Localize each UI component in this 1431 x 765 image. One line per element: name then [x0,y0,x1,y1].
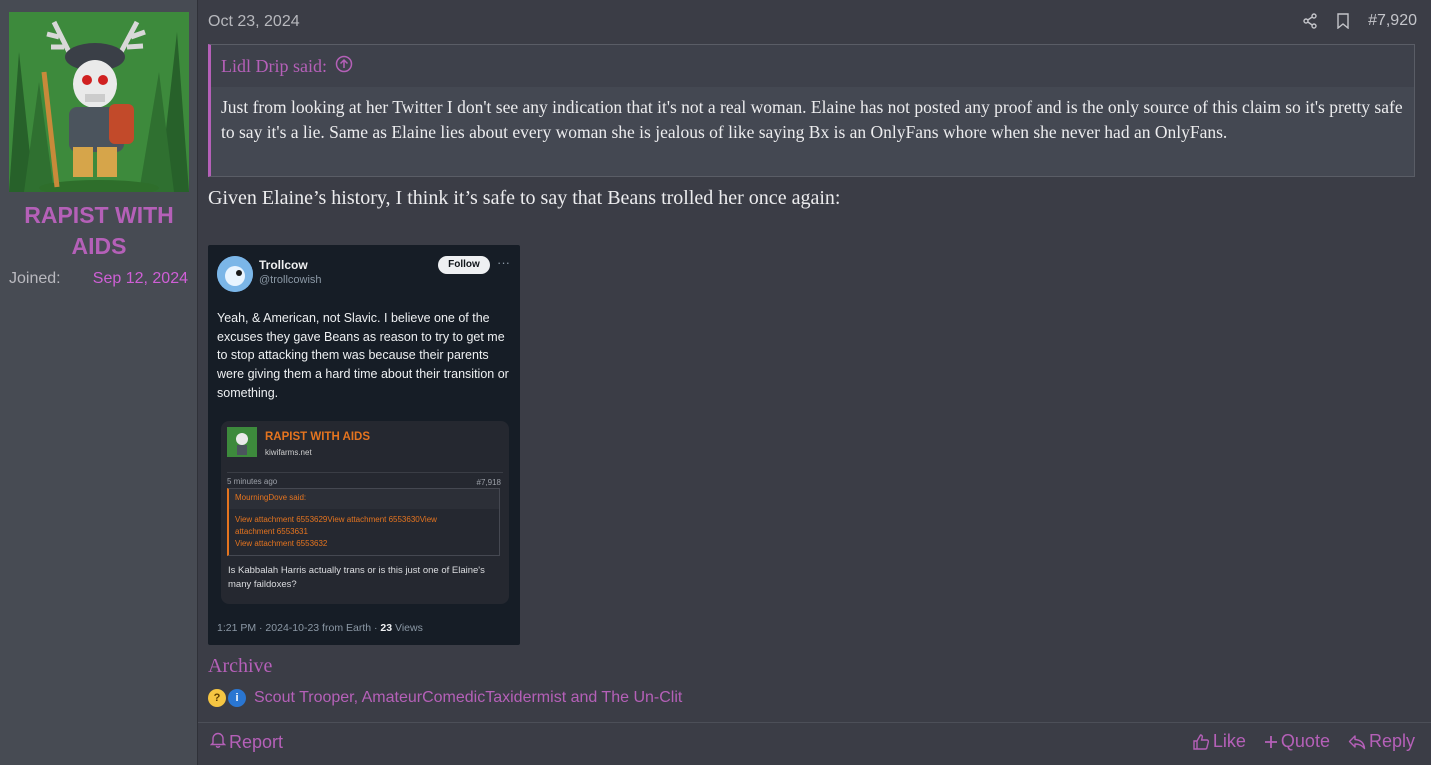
tweet-author-handle: @trollcowish [259,274,322,286]
joined-date: Sep 12, 2024 [92,270,188,287]
quote-text: Just from looking at her Twitter I don't… [221,97,1403,142]
plus-icon [1264,735,1278,749]
reply-arrow-icon [1348,734,1366,750]
bookmark-icon[interactable] [1336,13,1350,29]
skeleton-hiker-avatar-image [9,12,189,192]
card-quote-line: View attachment 6553632 [235,539,328,548]
forum-post: RAPIST WITH AIDS Joined: Sep 12, 2024 Oc… [0,0,1431,765]
info-icon[interactable]: i [228,689,246,707]
reaction-names[interactable]: Scout Trooper, AmateurComedicTaxidermist… [254,689,682,707]
post-number[interactable]: #7,920 [1368,12,1417,30]
card-quote: MourningDove said: View attachment 65536… [227,488,500,556]
card-quote-author: MourningDove said: [229,489,499,509]
reactions-bar[interactable]: ? i Scout Trooper, AmateurComedicTaxider… [208,689,682,707]
card-site: kiwifarms.net [265,448,312,457]
card-meta: 5 minutes ago #7,918 [227,472,503,487]
thinking-face-icon[interactable]: ? [208,689,226,707]
avatar[interactable] [9,12,189,192]
like-button[interactable]: Like [1192,731,1246,752]
share-icon[interactable] [1302,13,1318,29]
post-top-actions: #7,920 [1302,12,1417,30]
quote-block: Lidl Drip said: Just from looking at her… [208,44,1415,177]
tweet-footer-meta: 1:21 PM · 2024-10-23 from Earth · [217,622,381,634]
like-label: Like [1212,731,1246,751]
bell-icon [209,731,227,753]
post-date[interactable]: Oct 23, 2024 [208,13,300,31]
report-label: Report [229,731,284,752]
tweet-avatar [217,256,253,292]
quote-label: Quote [1280,731,1330,751]
thumbs-up-icon [1192,733,1210,751]
post-main: Oct 23, 2024 #7,920 Lidl Drip said: Just… [198,0,1431,765]
tweet-views-label: Views [392,622,423,634]
reply-button[interactable]: Reply [1348,731,1415,752]
quote-button[interactable]: Quote [1264,731,1330,752]
card-avatar [227,427,257,457]
report-button[interactable]: Report [209,731,284,753]
tweet-author-name: Trollcow [259,258,308,272]
card-text: Is Kabbalah Harris actually trans or is … [228,565,485,590]
reply-label: Reply [1368,731,1415,751]
tweet-screenshot[interactable]: Trollcow @trollcowish Follow ··· Yeah, &… [208,245,520,645]
archive-link[interactable]: Archive [208,655,272,678]
card-time: 5 minutes ago [227,477,278,486]
card-username: RAPIST WITH AIDS [265,431,370,443]
quote-author[interactable]: Lidl Drip said: [221,56,327,77]
card-quote-line: View attachment 6553629View attachment 6… [235,515,437,524]
card-quote-body: View attachment 6553629View attachment 6… [229,509,499,550]
post-actions: Like Quote Reply [1192,731,1415,752]
more-icon: ··· [497,255,510,270]
tweet-embedded-card: RAPIST WITH AIDS kiwifarms.net 5 minutes… [221,421,509,604]
joined-label: Joined: [9,270,61,287]
quote-header[interactable]: Lidl Drip said: [211,45,1414,87]
footer-divider [198,722,1431,723]
post-message: Given Elaine’s history, I think it’s saf… [208,187,841,209]
card-quote-line: attachment 6553631 [235,527,308,536]
tweet-footer: 1:21 PM · 2024-10-23 from Earth · 23 Vie… [217,622,423,634]
tweet-follow-button: Follow [438,256,490,274]
tweet-views-count: 23 [380,622,393,634]
username[interactable]: RAPIST WITH AIDS [0,200,198,262]
user-sidebar: RAPIST WITH AIDS Joined: Sep 12, 2024 [0,0,198,765]
tweet-text: Yeah, & American, not Slavic. I believe … [217,311,509,400]
card-post-number: #7,918 [476,478,501,487]
arrow-up-circle-icon[interactable] [335,55,353,78]
